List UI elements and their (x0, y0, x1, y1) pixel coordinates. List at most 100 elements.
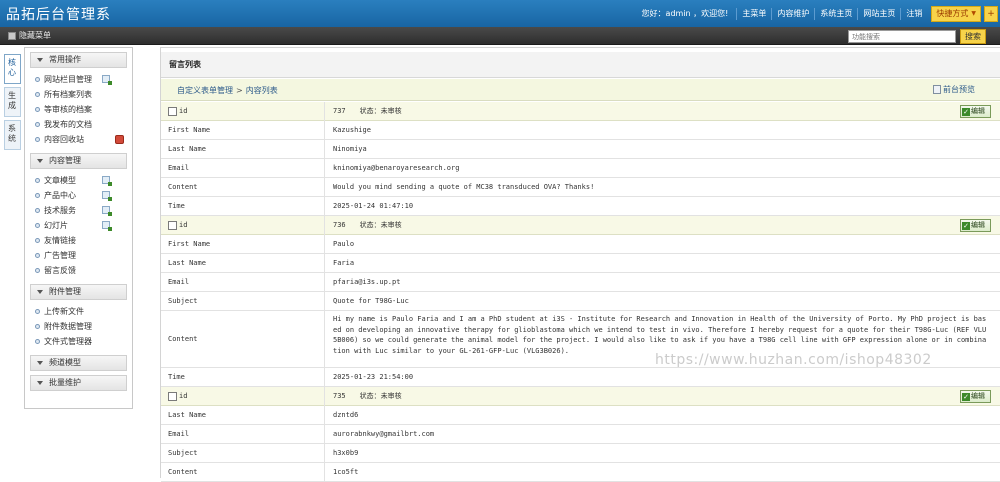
edit-label: 编辑 (971, 392, 985, 400)
tab-generate[interactable]: 生成 (4, 87, 21, 117)
select-checkbox[interactable] (168, 392, 177, 401)
table-row: Content Hi my name is Paulo Faria and I a… (161, 311, 1000, 368)
record-id-value: 735 (333, 392, 346, 400)
id-label: id (179, 221, 188, 229)
edit-button[interactable]: ✓ 编辑 (960, 219, 991, 232)
document-icon (933, 85, 941, 94)
sidebar-item-feedback[interactable]: 留言反馈 (35, 263, 132, 278)
frontend-preview-link[interactable]: 前台预览 (933, 84, 975, 95)
chevron-down-icon (37, 290, 43, 294)
add-icon[interactable] (102, 191, 112, 201)
select-checkbox[interactable] (168, 221, 177, 230)
sidebar-item-article-model[interactable]: 文章模型 (35, 173, 132, 188)
field-value: Paulo (333, 240, 355, 248)
record-header: id 737 状态：未审核 ✓ 编辑 (161, 102, 1000, 121)
menu-group-common[interactable]: 常用操作 (30, 52, 127, 68)
sidebar-item-friend-links[interactable]: 友情链接 (35, 233, 132, 248)
id-label: id (179, 392, 188, 400)
sidebar-item-ad-management[interactable]: 广告管理 (35, 248, 132, 263)
edit-button[interactable]: ✓ 编辑 (960, 105, 991, 118)
bullet-icon (35, 268, 40, 273)
main-content: 留言列表 自定义表单管理 > 内容列表 前台预览 id 737 状态：未审核 ✓ 编辑 … (160, 47, 1000, 482)
sidebar-item-slideshow[interactable]: 幻灯片 (35, 218, 132, 233)
message-list-panel: 留言列表 自定义表单管理 > 内容列表 前台预览 id 737 状态：未审核 ✓ 编辑 … (160, 47, 1000, 482)
menu-list-common: 网站栏目管理 所有档案列表 等审核的档案 我发布的文档 内容回收站 (25, 70, 132, 149)
menu-group-channel-model[interactable]: 频道模型 (30, 355, 127, 371)
breadcrumb-parent[interactable]: 自定义表单管理 (177, 86, 233, 95)
add-icon[interactable] (102, 221, 112, 231)
function-search-input[interactable] (848, 30, 956, 43)
sidebar-menu: 常用操作 网站栏目管理 所有档案列表 等审核的档案 我发布的文档 内容回收站 内… (24, 47, 133, 409)
field-value: Hi my name is Paulo Faria and I am a PhD… (333, 315, 987, 355)
sidebar-item-pending-archives[interactable]: 等审核的档案 (35, 102, 132, 117)
menu-group-content[interactable]: 内容管理 (30, 153, 127, 169)
table-row: Last Name Faria (161, 254, 1000, 273)
sidebar-item-product-center[interactable]: 产品中心 (35, 188, 132, 203)
sidebar-item-all-archives[interactable]: 所有档案列表 (35, 87, 132, 102)
record-list: id 737 状态：未审核 ✓ 编辑 First Name Kazushige Las… (161, 102, 1000, 482)
add-icon[interactable] (102, 176, 112, 186)
field-value: 1co5ft (333, 468, 359, 476)
tab-core[interactable]: 核心 (4, 54, 21, 84)
chevron-down-icon (37, 159, 43, 163)
field-value: Faria (333, 259, 355, 267)
sidebar-item-file-manager[interactable]: 文件式管理器 (35, 334, 132, 349)
menu-group-title: 频道模型 (49, 358, 81, 367)
bullet-icon (35, 122, 40, 127)
sidebar-item-attachment-data[interactable]: 附件数据管理 (35, 319, 132, 334)
breadcrumb-bar: 自定义表单管理 > 内容列表 前台预览 (161, 79, 1000, 101)
sidebar-item-my-documents[interactable]: 我发布的文档 (35, 117, 132, 132)
clear-icon[interactable] (115, 135, 124, 144)
hide-menu-icon (8, 31, 16, 40)
quick-access-dropdown[interactable]: 快捷方式 ▼ (931, 5, 981, 22)
nav-logout[interactable]: 注销 (900, 7, 927, 20)
sidebar-item-upload-file[interactable]: 上传新文件 (35, 304, 132, 319)
table-row: Subject Quote for T98G-Luc (161, 292, 1000, 311)
sidebar-item-recycle-bin[interactable]: 内容回收站 (35, 132, 132, 147)
nav-content-maintenance[interactable]: 内容维护 (771, 7, 814, 20)
table-row: Content Would you mind sending a quote of… (161, 178, 1000, 197)
record-id-value: 736 (333, 221, 346, 229)
menu-group-title: 内容管理 (49, 156, 81, 165)
sidebar-item-tech-service[interactable]: 技术服务 (35, 203, 132, 218)
menu-group-batch-maintenance[interactable]: 批量维护 (30, 375, 127, 391)
page-title: 留言列表 (161, 52, 1000, 78)
breadcrumb-current[interactable]: 内容列表 (246, 86, 278, 95)
sidebar-item-column-management[interactable]: 网站栏目管理 (35, 72, 132, 87)
record-status: 状态：未审核 (359, 221, 402, 229)
menu-list-attachments: 上传新文件 附件数据管理 文件式管理器 (25, 302, 132, 351)
bullet-icon (35, 208, 40, 213)
table-row: Content 1co5ft (161, 463, 1000, 482)
bullet-icon (35, 178, 40, 183)
edit-button[interactable]: ✓ 编辑 (960, 390, 991, 403)
sidebar-item-label: 技术服务 (44, 206, 76, 215)
hide-menu-button[interactable]: 隐藏菜单 (8, 30, 51, 41)
table-row: First Name Kazushige (161, 121, 1000, 140)
field-label: Content (168, 311, 325, 368)
nav-system-home[interactable]: 系统主页 (814, 7, 857, 20)
bullet-icon (35, 253, 40, 258)
nav-site-home[interactable]: 网站主页 (857, 7, 900, 20)
sidebar-item-label: 等审核的档案 (44, 105, 92, 114)
add-shortcut-button[interactable]: + (984, 5, 998, 22)
search-button[interactable]: 搜索 (960, 29, 986, 44)
field-label: Content (168, 178, 325, 197)
sidebar-item-label: 产品中心 (44, 191, 76, 200)
tab-system[interactable]: 系统 (4, 120, 21, 150)
bullet-icon (35, 137, 40, 142)
hide-menu-label: 隐藏菜单 (19, 31, 51, 40)
field-value: Would you mind sending a quote of MC38 t… (333, 183, 595, 191)
table-row: Email aurorabnkwy@gmailbrt.com (161, 425, 1000, 444)
add-icon[interactable] (102, 75, 112, 85)
menu-group-attachments[interactable]: 附件管理 (30, 284, 127, 300)
record-id: 737 状态：未审核 (333, 102, 402, 121)
chevron-down-icon: ▼ (971, 9, 976, 17)
nav-main-menu[interactable]: 主菜单 (736, 7, 771, 20)
record-id: 735 状态：未审核 (333, 387, 402, 406)
field-value: 2025-01-23 21:54:00 (333, 373, 414, 381)
sidebar-item-label: 留言反馈 (44, 266, 76, 275)
add-icon[interactable] (102, 206, 112, 216)
field-label: Time (168, 368, 325, 387)
record-header: id 735 状态：未审核 ✓ 编辑 (161, 387, 1000, 406)
select-checkbox[interactable] (168, 107, 177, 116)
